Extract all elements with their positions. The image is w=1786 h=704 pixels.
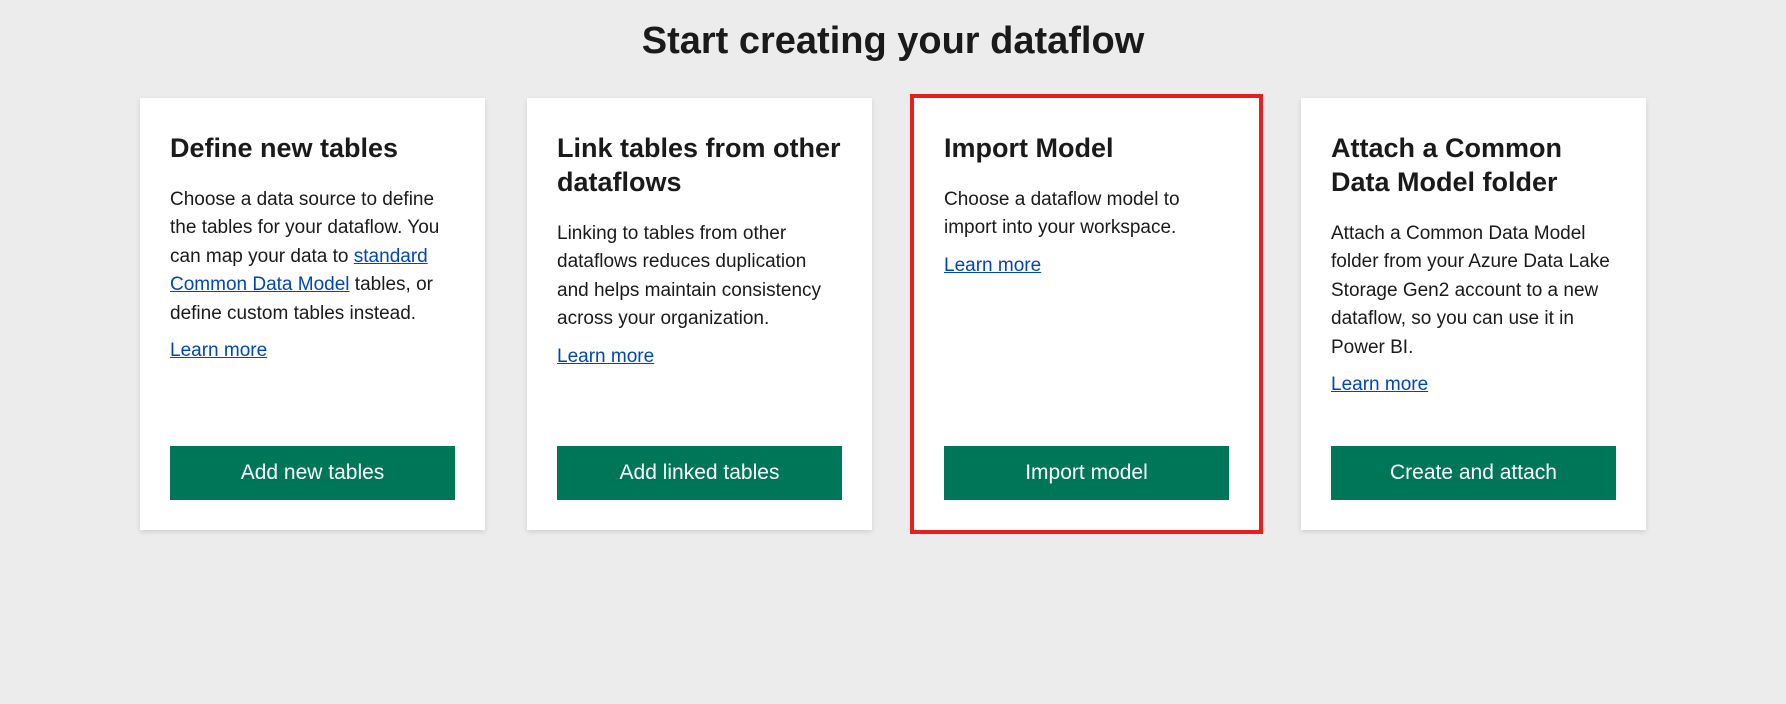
card-import-model: Import Model Choose a dataflow model to … — [914, 98, 1259, 530]
card-title: Attach a Common Data Model folder — [1331, 132, 1616, 200]
spacer — [944, 277, 1229, 416]
card-desc: Choose a dataflow model to import into y… — [944, 186, 1229, 243]
cards-row: Define new tables Choose a data source t… — [10, 98, 1776, 530]
add-linked-tables-button[interactable]: Add linked tables — [557, 446, 842, 500]
learn-more-link[interactable]: Learn more — [557, 346, 842, 368]
card-title: Import Model — [944, 132, 1229, 166]
learn-more-link[interactable]: Learn more — [170, 340, 455, 362]
card-desc: Linking to tables from other dataflows r… — [557, 220, 842, 334]
page-title: Start creating your dataflow — [10, 20, 1776, 63]
card-define-new-tables: Define new tables Choose a data source t… — [140, 98, 485, 530]
card-desc-pre: Choose a dataflow model to import into y… — [944, 189, 1180, 239]
spacer — [1331, 396, 1616, 416]
learn-more-link[interactable]: Learn more — [944, 255, 1229, 277]
learn-more-link[interactable]: Learn more — [1331, 374, 1616, 396]
card-attach-cdm-folder: Attach a Common Data Model folder Attach… — [1301, 98, 1646, 530]
card-title: Link tables from other dataflows — [557, 132, 842, 200]
import-model-button[interactable]: Import model — [944, 446, 1229, 500]
card-desc: Choose a data source to define the table… — [170, 186, 455, 329]
spacer — [557, 368, 842, 417]
spacer — [170, 362, 455, 416]
card-desc: Attach a Common Data Model folder from y… — [1331, 220, 1616, 363]
card-title: Define new tables — [170, 132, 455, 166]
card-link-tables: Link tables from other dataflows Linking… — [527, 98, 872, 530]
card-desc-pre: Linking to tables from other dataflows r… — [557, 223, 821, 330]
add-new-tables-button[interactable]: Add new tables — [170, 446, 455, 500]
card-desc-pre: Attach a Common Data Model folder from y… — [1331, 223, 1610, 358]
create-and-attach-button[interactable]: Create and attach — [1331, 446, 1616, 500]
